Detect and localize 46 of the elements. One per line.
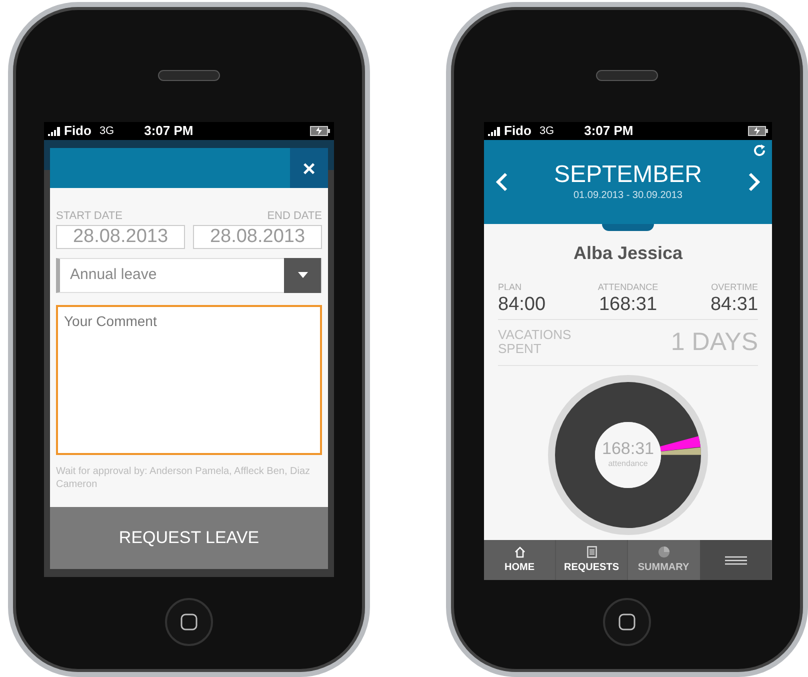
request-leave-button[interactable]: REQUEST LEAVE [50,507,328,569]
close-button[interactable]: × [290,148,328,188]
network-type: 3G [99,124,114,139]
vacations-value: 1 DAYS [670,326,758,358]
stat-value: 84:00 [498,294,547,314]
leave-type-dropdown[interactable]: Annual leave [56,258,322,292]
month-title: SEPTEMBER [554,162,702,188]
stat-label: PLAN [498,281,523,294]
speaker-grille [596,70,658,81]
menu-icon [724,556,746,564]
donut-center-label: attendance [608,458,648,470]
start-date-label: START DATE [56,209,122,224]
square-icon [618,613,636,631]
square-icon [180,613,198,631]
vacations-label: VACATIONS SPENT [498,328,572,356]
end-date-field[interactable]: 28.08.2013 [193,224,322,248]
status-time: 3:07 PM [144,122,194,140]
employee-name: Alba Jessica [572,242,684,265]
comment-field[interactable]: Your Comment [56,304,322,454]
signal-icon [488,126,502,136]
home-icon [514,546,526,558]
nav-tab[interactable]: HOME [484,540,556,580]
pie-icon [658,546,670,558]
stat-label: OVERTIME [710,281,758,294]
approval-note: Wait for approval by: Anderson Pamela, Affleck Ben, Diaz Cameron [55,464,312,490]
carrier-name: Fido [504,122,532,140]
header-notch [602,224,654,231]
stat-value: 84:31 [709,294,758,314]
menu-button[interactable] [700,540,772,580]
speaker-grille [158,70,220,81]
refresh-icon[interactable] [753,144,766,157]
stat-value: 168:31 [598,294,658,314]
carrier-name: Fido [64,122,92,140]
document-icon [586,546,596,558]
battery-icon [748,126,768,136]
stat-label: ATTENDANCE [596,281,660,294]
date-range: 01.09.2013 - 30.09.2013 [574,188,682,202]
start-date-field[interactable]: 28.08.2013 [56,224,185,248]
caret-icon [298,272,308,278]
battery-icon [310,126,330,136]
donut-center-value: 168:31 [602,440,654,458]
status-time: 3:07 PM [584,122,634,140]
end-date-label: END DATE [267,209,322,224]
network-type: 3G [539,124,554,139]
signal-icon [48,126,62,136]
nav-tab[interactable]: REQUESTS [556,540,628,580]
